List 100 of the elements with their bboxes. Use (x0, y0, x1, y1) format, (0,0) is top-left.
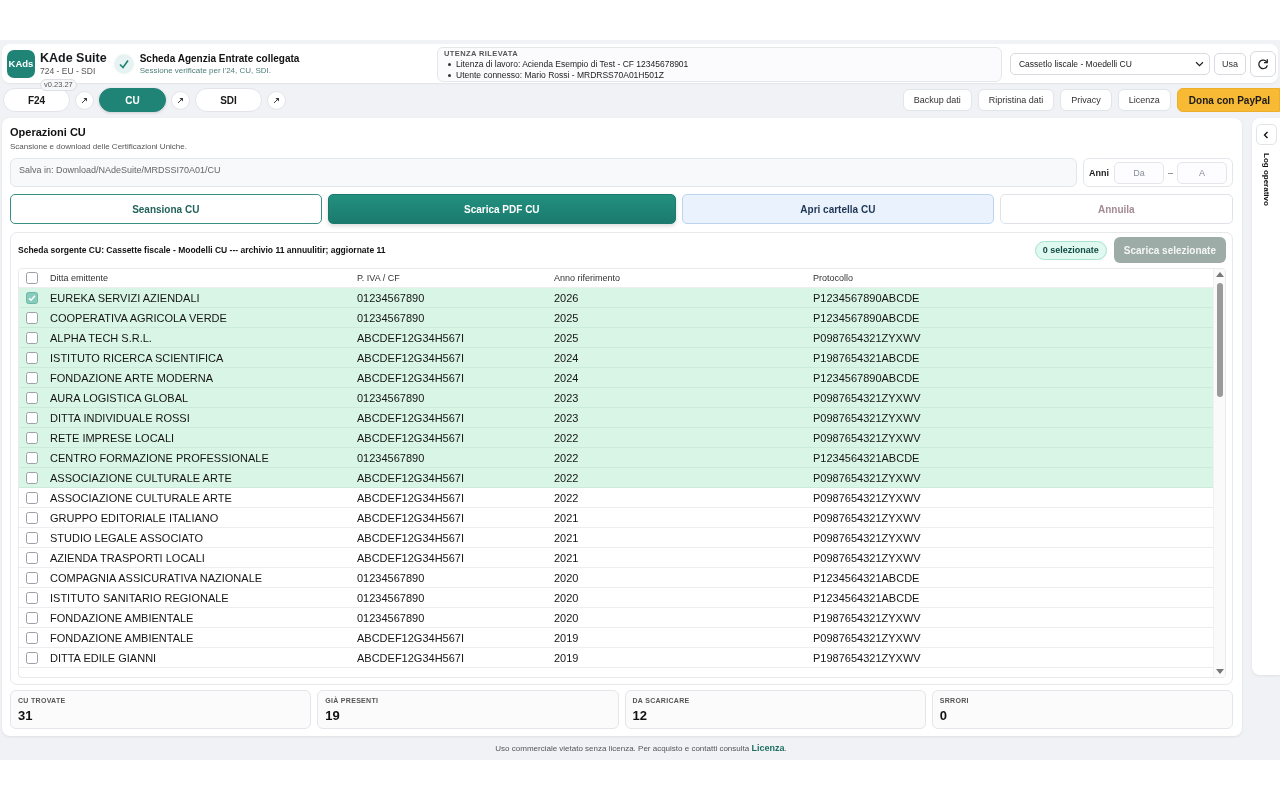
table-cell: 2025 (554, 311, 579, 324)
table-cell: ABCDEF12G34H567I (357, 551, 464, 564)
stat-value: 19 (325, 708, 340, 723)
table-cell: CENTRO FORMAZIONE PROFESSIONALE (50, 451, 269, 464)
checkbox[interactable] (26, 631, 38, 644)
save-path-field[interactable]: Salva in: Download/NAdeSuite/MRDSSI70A01/CU (10, 158, 1077, 187)
tab[interactable]: CU (99, 88, 166, 112)
refresh-button[interactable] (1250, 50, 1276, 77)
table-cell: 01234567890 (357, 311, 425, 324)
checkbox[interactable] (26, 411, 38, 424)
pop-out-button[interactable] (171, 90, 190, 110)
checkbox[interactable] (26, 431, 38, 444)
tab[interactable]: SDI (195, 88, 262, 112)
table-cell: ISTITUTO RICERCA SCIENTIFICA (50, 351, 224, 364)
column-header[interactable]: Ditta emittente (50, 273, 109, 283)
table-cell: 2021 (554, 551, 579, 564)
checkbox[interactable] (26, 391, 38, 404)
table-cell: 2020 (554, 571, 579, 584)
table-cell: 2021 (554, 531, 579, 544)
table-cell: 01234567890 (357, 391, 425, 404)
table-cell: 01234567890 (357, 591, 425, 604)
table-cell: P0987654321ZYXWV (813, 511, 921, 524)
year-from-field[interactable]: Da (1114, 161, 1164, 184)
checkbox[interactable] (26, 291, 38, 304)
table-cell: COOPERATIVA AGRICOLA VERDE (50, 311, 227, 324)
scrollbar[interactable] (1213, 269, 1225, 677)
table-cell: P1234564321ABCDE (813, 571, 920, 584)
table-cell: 2023 (554, 411, 579, 424)
table-cell: P1234567890ABCDE (813, 371, 920, 384)
checkbox[interactable] (26, 351, 38, 364)
header-action-button[interactable]: Backup dati (902, 89, 972, 111)
table-cell: 01234567890 (357, 571, 425, 584)
table-cell: ASSOCIAZIONE CULTURALE ARTE (50, 471, 232, 484)
section-subtitle: Scansione e download delle Certificazioni Uniche. (10, 141, 188, 152)
table-cell: P0987654321ZYXWV (813, 551, 921, 564)
table-cell: 2020 (554, 611, 579, 624)
scroll-up-icon[interactable] (1215, 272, 1224, 277)
checkbox[interactable] (26, 511, 38, 524)
header-action-button[interactable]: Ripristina dati (977, 89, 1055, 111)
stat-value: 31 (18, 708, 33, 723)
scroll-down-icon[interactable] (1215, 669, 1224, 674)
expand-button[interactable] (1255, 124, 1277, 145)
use-button[interactable]: Usa (1214, 52, 1246, 75)
table-cell: ABCDEF12G34H567I (357, 511, 464, 524)
chevron-left-icon (1263, 130, 1269, 139)
header-action-button[interactable]: Privacy (1060, 89, 1112, 111)
table-cell: 2024 (554, 351, 579, 364)
table-cell: P1987654321ZYXWV (813, 611, 921, 624)
primary-button[interactable]: Scarica PDF CU (327, 194, 677, 224)
table-cell: ABCDEF12G34H567I (357, 411, 464, 424)
table-cell: STUDIO LEGALE ASSOCIATO (50, 531, 204, 544)
scrollbar-thumb[interactable] (1216, 283, 1223, 397)
table-cell: P1234567890ABCDE (813, 311, 920, 324)
table-cell: ABCDEF12G34H567I (357, 431, 464, 444)
checkbox[interactable] (26, 331, 38, 344)
table-cell: 01234567890 (357, 611, 425, 624)
table-cell: ABCDEF12G34H567I (357, 531, 464, 544)
table-cell: EUREKA SERVIZI AZIENDALI (50, 291, 200, 304)
checkbox[interactable] (26, 591, 38, 604)
table-cell: 01234567890 (357, 291, 425, 304)
table-cell: P1234567890ABCDE (813, 291, 920, 304)
table-cell: ABCDEF12G34H567I (357, 651, 464, 664)
diagonal-arrow-icon (177, 96, 184, 104)
pop-out-button[interactable] (75, 90, 94, 110)
checkbox[interactable] (26, 491, 38, 504)
table-cell: P0987654321ZYXWV (813, 531, 921, 544)
checkbox[interactable] (26, 471, 38, 484)
checkbox[interactable] (26, 531, 38, 544)
footer-note: Uso commerciale vietato senza licenza. Per acquisto e contatti consulta Licenza. (495, 743, 787, 753)
source-select[interactable]: Cassetlo liscale - Moedelli CU (1010, 52, 1210, 75)
tab[interactable]: F24 (3, 88, 70, 112)
secondary-button[interactable]: Apri cartella CU (682, 194, 994, 224)
outline-button[interactable]: Seansiona CU (10, 194, 322, 224)
table-cell: ABCDEF12G34H567I (357, 631, 464, 644)
pop-out-button[interactable] (267, 90, 286, 110)
checkbox[interactable] (26, 571, 38, 584)
checkbox[interactable] (26, 611, 38, 624)
table-cell: 2022 (554, 491, 579, 504)
donate-button[interactable]: Dona con PayPal (1176, 88, 1280, 112)
checkbox[interactable] (26, 651, 38, 664)
app-name: KAde Suite (40, 50, 107, 66)
column-header[interactable]: Anno riferimento (554, 273, 621, 283)
table-cell: P1987654321ZYXWV (813, 651, 921, 664)
table-cell: 2022 (554, 471, 579, 484)
source-note: Scheda sorgente CU: Cassette fiscale - Moodelli CU --- archivio 11 annuulitir; aggiornate 11 (18, 245, 386, 255)
year-to-field[interactable]: A (1177, 161, 1227, 184)
column-header[interactable]: P. IVA / CF (357, 273, 400, 283)
checkbox[interactable] (26, 371, 38, 384)
section-title: Operazioni CU (10, 125, 87, 139)
checkbox[interactable] (26, 551, 38, 564)
caret-icon (1195, 60, 1204, 67)
table-cell: FONDAZIONE AMBIENTALE (50, 611, 194, 624)
user-info-item: Litenza di lavoro: Acienda Esempio di Test - CF 12345678901 (456, 58, 689, 70)
header-action-button[interactable]: Licenza (1117, 89, 1171, 111)
table-cell: ABCDEF12G34H567I (357, 331, 464, 344)
select-all-checkbox[interactable] (26, 272, 38, 284)
table-cell: ABCDEF12G34H567I (357, 471, 464, 484)
column-header[interactable]: Protocollo (813, 273, 854, 283)
checkbox[interactable] (26, 451, 38, 464)
checkbox[interactable] (26, 311, 38, 324)
